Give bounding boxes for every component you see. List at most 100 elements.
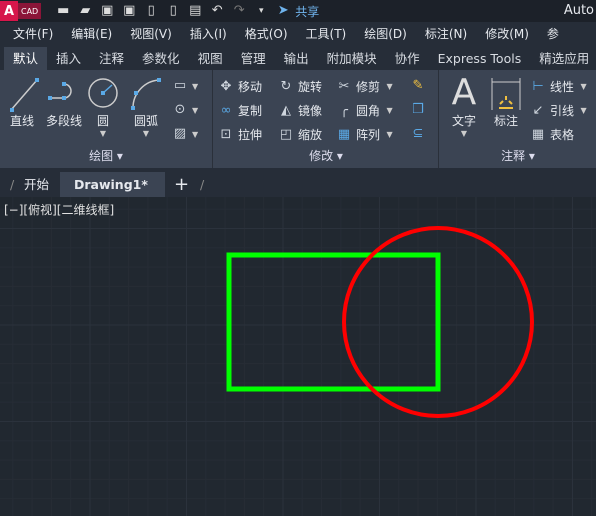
table-tool[interactable]: ▦ 表格	[530, 126, 574, 143]
drawing-canvas[interactable]: [−][俯视][二维线框]	[0, 197, 596, 516]
annotation-panel: A 文字 ▼ 标注 ⊢ 线性 ▼ ↙ 引线 ▼ ▦ 表格 注释 ▾	[440, 70, 596, 168]
move-tool[interactable]: ✥ 移动	[218, 78, 262, 95]
dimension-icon	[491, 78, 521, 110]
tab-default[interactable]: 默认	[4, 47, 48, 70]
menu-file[interactable]: 文件(F)	[13, 25, 53, 42]
arc-tool[interactable]: 圆弧 ▼	[128, 76, 164, 138]
tab-output[interactable]: 输出	[275, 47, 318, 70]
menu-edit[interactable]: 编辑(E)	[71, 25, 112, 42]
menu-tools[interactable]: 工具(T)	[306, 25, 347, 42]
text-icon: A	[451, 72, 477, 113]
tab-drawing1[interactable]: Drawing1* ×	[60, 172, 165, 217]
offset-tool[interactable]: ⊆	[410, 126, 426, 142]
copy-tool[interactable]: ∞ 复制	[218, 102, 262, 119]
menu-draw[interactable]: 绘图(D)	[364, 25, 407, 42]
tab-annotate[interactable]: 注释	[90, 47, 133, 70]
draw-panel: 直线 多段线 圆 ▼ 圆弧 ▼ ▭ ▼ ⊙ ▼ ▨ ▼ 绘图 ▾	[0, 70, 213, 168]
redo-icon[interactable]: ↷	[231, 3, 247, 19]
linear-dimension-tool[interactable]: ⊢ 线性 ▼	[530, 78, 586, 95]
leader-icon: ↙	[532, 102, 544, 118]
title-bar: A CAD ▬ ▰ ▣ ▣ ▯ ▯ ▤ ↶ ↷ ▾ ➤ 共享 Auto	[0, 0, 596, 22]
open-icon[interactable]: ▰	[77, 3, 93, 19]
modify-panel: ✥ 移动 ↻ 旋转 ✂ 修剪 ▼ ✎ ∞ 复制 ◭ 镜像 ╭ 圆角 ▼ ❒ ⊡ 拉伸 ◰ 缩放 …	[214, 70, 439, 168]
explode-icon: ❒	[412, 102, 424, 117]
save-icon[interactable]: ▣	[99, 3, 115, 19]
tab-collaborate[interactable]: 协作	[386, 47, 429, 70]
arc-icon	[131, 78, 161, 110]
menu-dimension[interactable]: 标注(N)	[425, 25, 467, 42]
modify-panel-title[interactable]: 修改 ▾	[214, 147, 438, 164]
tab-insert[interactable]: 插入	[47, 47, 90, 70]
new-tab-button[interactable]: +	[174, 172, 189, 197]
tab-featured-apps[interactable]: 精选应用	[530, 47, 596, 70]
menu-more[interactable]: 参	[547, 25, 559, 42]
polyline-tool[interactable]: 多段线	[42, 76, 86, 129]
tab-express-tools[interactable]: Express Tools	[429, 47, 531, 70]
rotate-icon: ↻	[280, 78, 292, 94]
app-title: Auto	[563, 3, 594, 18]
tab-manage[interactable]: 管理	[232, 47, 275, 70]
green-rectangle[interactable]	[226, 252, 441, 392]
save-as-icon[interactable]: ▣	[121, 3, 137, 19]
offset-icon: ⊆	[412, 126, 424, 141]
leader-tool[interactable]: ↙ 引线 ▼	[530, 102, 587, 119]
dimension-tool[interactable]: 标注	[488, 76, 524, 129]
drawing-area	[226, 226, 534, 418]
tab-divider: /	[10, 177, 15, 192]
stretch-icon: ⊡	[220, 126, 232, 142]
undo-icon[interactable]: ↶	[209, 3, 225, 19]
app-logo[interactable]: A CAD	[0, 0, 42, 22]
menu-format[interactable]: 格式(O)	[245, 25, 288, 42]
ribbon: 直线 多段线 圆 ▼ 圆弧 ▼ ▭ ▼ ⊙ ▼ ▨ ▼ 绘图 ▾ ✥ 移动 ↻ 旋转 ✂ 修剪 …	[0, 70, 596, 168]
explode-tool[interactable]: ❒	[410, 102, 426, 118]
fillet-icon: ╭	[340, 102, 348, 118]
rotate-tool[interactable]: ↻ 旋转	[278, 78, 322, 95]
array-tool[interactable]: ▦ 阵列 ▼	[336, 126, 393, 143]
scale-tool[interactable]: ◰ 缩放	[278, 126, 322, 143]
save-web-icon[interactable]: ▯	[165, 3, 181, 19]
mirror-tool[interactable]: ◭ 镜像	[278, 102, 322, 119]
plot-icon[interactable]: ▤	[187, 3, 203, 19]
ellipse-icon: ⊙	[174, 102, 186, 117]
stretch-tool[interactable]: ⊡ 拉伸	[218, 126, 262, 143]
array-icon: ▦	[337, 126, 351, 142]
menu-bar: 文件(F) 编辑(E) 视图(V) 插入(I) 格式(O) 工具(T) 绘图(D…	[0, 22, 596, 45]
scale-icon: ◰	[279, 126, 293, 142]
hatch-tool[interactable]: ▨ ▼	[172, 126, 198, 142]
menu-view[interactable]: 视图(V)	[130, 25, 172, 42]
polyline-icon	[48, 82, 72, 100]
trim-icon: ✂	[338, 78, 350, 94]
customize-icon[interactable]: ▾	[253, 3, 269, 19]
open-web-icon[interactable]: ▯	[143, 3, 159, 19]
erase-tool[interactable]: ✎	[410, 78, 426, 94]
circle-tool[interactable]: 圆 ▼	[86, 76, 120, 138]
tab-divider: /	[200, 177, 205, 192]
menu-modify[interactable]: 修改(M)	[485, 25, 529, 42]
mirror-icon: ◭	[281, 102, 291, 118]
eraser-icon: ✎	[412, 78, 424, 93]
text-tool[interactable]: A 文字 ▼	[446, 72, 482, 139]
draw-panel-title[interactable]: 绘图 ▾	[0, 147, 212, 164]
tab-parametric[interactable]: 参数化	[133, 47, 189, 70]
share-icon[interactable]: ➤	[275, 3, 291, 19]
tab-start[interactable]: 开始	[24, 172, 49, 197]
table-icon: ▦	[531, 126, 545, 142]
ellipse-tool[interactable]: ⊙ ▼	[172, 102, 199, 118]
line-tool[interactable]: 直线	[4, 76, 40, 129]
circle-icon	[88, 78, 118, 108]
share-button[interactable]: 共享	[295, 3, 319, 20]
move-icon: ✥	[220, 78, 232, 94]
new-icon[interactable]: ▬	[55, 3, 71, 19]
rectangle-tool[interactable]: ▭ ▼	[172, 78, 198, 94]
ribbon-tabs: 默认 插入 注释 参数化 视图 管理 输出 附加模块 协作 Express To…	[0, 45, 596, 70]
copy-icon: ∞	[220, 102, 232, 118]
annotation-panel-title[interactable]: 注释 ▾	[440, 147, 596, 164]
trim-tool[interactable]: ✂ 修剪 ▼	[336, 78, 393, 95]
tab-view[interactable]: 视图	[189, 47, 232, 70]
document-tabs: / 开始 Drawing1* × + /	[0, 168, 596, 217]
menu-insert[interactable]: 插入(I)	[190, 25, 227, 42]
hatch-icon: ▨	[173, 126, 187, 141]
fillet-tool[interactable]: ╭ 圆角 ▼	[336, 102, 393, 119]
rectangle-icon: ▭	[173, 78, 187, 93]
tab-addins[interactable]: 附加模块	[318, 47, 386, 70]
